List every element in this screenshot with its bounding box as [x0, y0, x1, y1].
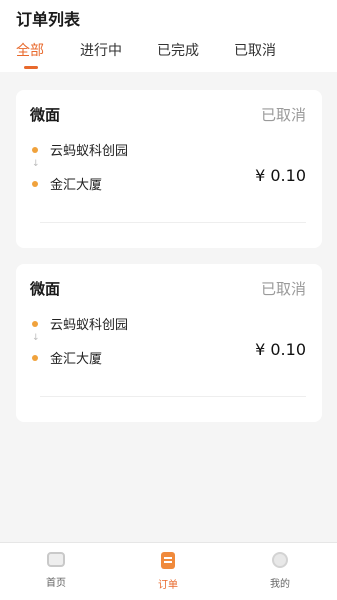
- dropoff-address: 金汇大厦: [50, 352, 103, 367]
- order-card[interactable]: 微面 已取消 云蚂蚁科创园 ↓ 金汇大厦 ¥ 0.10: [16, 90, 322, 248]
- order-card[interactable]: 微面 已取消 云蚂蚁科创园 ↓ 金汇大厦 ¥ 0.10: [16, 264, 322, 422]
- pickup-address: 云蚂蚁科创园: [50, 318, 129, 333]
- tabbar-home-label: 首页: [46, 578, 66, 589]
- card-divider: [40, 396, 306, 397]
- order-price: ¥ 0.10: [255, 340, 306, 359]
- tab-completed[interactable]: 已完成: [157, 40, 199, 60]
- app-header: 订单列表 全部 进行中 已完成 已取消: [0, 0, 337, 72]
- order-pickup: 云蚂蚁科创园: [32, 314, 128, 333]
- bottom-tab-bar: 首页 订单 我的: [0, 542, 337, 600]
- pickup-address: 云蚂蚁科创园: [50, 144, 129, 159]
- home-icon: [47, 552, 65, 567]
- route-arrow-icon: ↓: [32, 159, 40, 169]
- order-status: 已取消: [260, 280, 306, 298]
- page-title: 订单列表: [16, 10, 81, 29]
- dropoff-address: 金汇大厦: [50, 178, 103, 193]
- tab-all[interactable]: 全部: [16, 40, 44, 60]
- pickup-dot-icon: [32, 320, 38, 327]
- order-shop-name: 微面: [30, 280, 61, 298]
- tabbar-profile[interactable]: 我的: [240, 552, 320, 590]
- route-arrow-icon: ↓: [32, 333, 40, 343]
- profile-icon: [272, 552, 288, 568]
- tab-in-progress[interactable]: 进行中: [80, 40, 122, 60]
- tabbar-home[interactable]: 首页: [16, 552, 96, 589]
- order-shop-name: 微面: [30, 106, 61, 124]
- order-price: ¥ 0.10: [255, 166, 306, 185]
- tabbar-profile-label: 我的: [270, 579, 290, 590]
- tabbar-orders[interactable]: 订单: [128, 552, 208, 591]
- tab-active-indicator: [24, 66, 38, 69]
- tab-cancelled[interactable]: 已取消: [234, 40, 276, 60]
- tabbar-orders-label: 订单: [158, 580, 178, 591]
- order-icon: [161, 552, 175, 569]
- dropoff-dot-icon: [32, 354, 38, 361]
- dropoff-dot-icon: [32, 180, 38, 187]
- order-pickup: 云蚂蚁科创园: [32, 140, 128, 159]
- pickup-dot-icon: [32, 146, 38, 153]
- order-status: 已取消: [260, 106, 306, 124]
- order-dropoff: 金汇大厦: [32, 348, 102, 367]
- order-dropoff: 金汇大厦: [32, 174, 102, 193]
- order-tabs: 全部 进行中 已完成 已取消: [0, 38, 337, 72]
- card-divider: [40, 222, 306, 223]
